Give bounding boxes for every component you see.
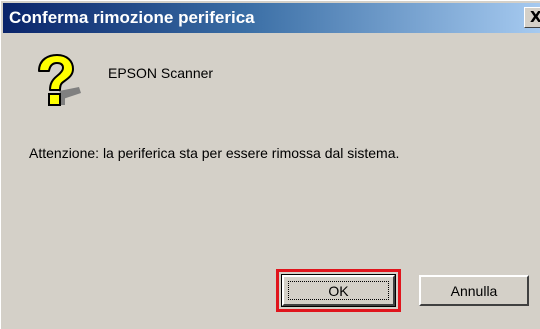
cancel-button-label: Annulla — [450, 282, 498, 299]
cancel-button[interactable]: Annulla — [419, 275, 529, 306]
warning-message: Attenzione: la periferica sta per essere… — [29, 145, 400, 161]
close-icon: X — [530, 8, 540, 26]
ok-button[interactable]: OK — [281, 274, 396, 307]
device-name: EPSON Scanner — [108, 65, 214, 81]
dialog-title: Conferma rimozione periferica — [9, 8, 255, 27]
title-bar[interactable]: Conferma rimozione periferica X — [3, 3, 540, 33]
focus-ring — [288, 281, 389, 300]
close-button[interactable]: X — [524, 7, 540, 28]
confirm-device-removal-dialog: Conferma rimozione periferica X EPSON Sc… — [0, 0, 540, 329]
question-mark-icon — [38, 54, 81, 106]
